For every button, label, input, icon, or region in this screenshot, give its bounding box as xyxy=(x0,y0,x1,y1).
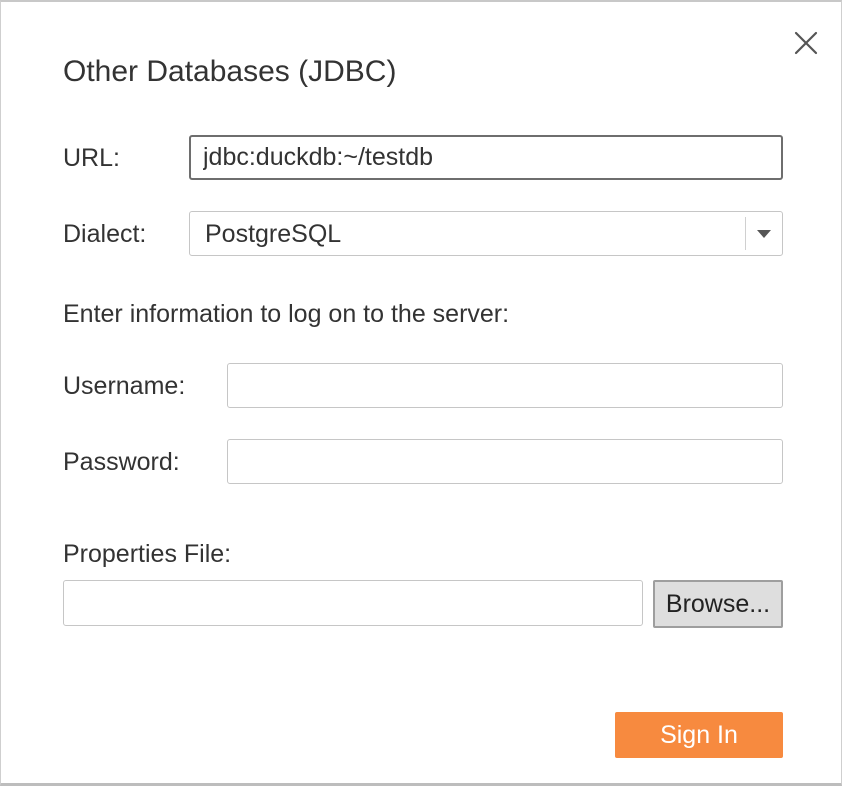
dialog-title: Other Databases (JDBC) xyxy=(63,55,397,88)
properties-file-label: Properties File: xyxy=(63,540,232,568)
sign-in-button[interactable]: Sign In xyxy=(615,712,783,758)
properties-file-input[interactable] xyxy=(63,580,643,626)
dialect-label: Dialect: xyxy=(63,220,147,248)
select-divider xyxy=(745,217,746,250)
close-icon xyxy=(794,31,818,55)
password-input[interactable] xyxy=(227,439,783,484)
chevron-down-icon xyxy=(757,230,771,238)
username-input[interactable] xyxy=(227,363,783,408)
url-label: URL: xyxy=(63,144,120,172)
browse-button[interactable]: Browse... xyxy=(653,580,783,628)
login-instruction: Enter information to log on to the serve… xyxy=(63,300,510,328)
username-label: Username: xyxy=(63,372,186,400)
password-label: Password: xyxy=(63,448,180,476)
close-button[interactable] xyxy=(792,29,820,57)
dialect-selected-value: PostgreSQL xyxy=(205,220,342,248)
url-input[interactable] xyxy=(189,135,783,180)
jdbc-dialog: Other Databases (JDBC) URL: Dialect: Pos… xyxy=(0,0,842,786)
dialect-select[interactable]: PostgreSQL xyxy=(189,211,783,256)
